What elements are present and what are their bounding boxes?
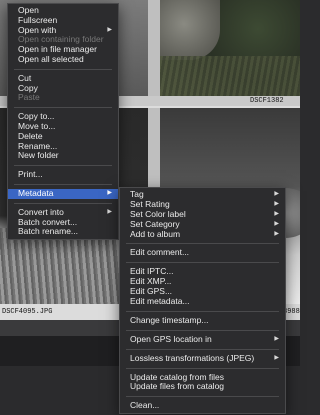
- menu-separator: [126, 262, 279, 264]
- chevron-right-icon: ▶: [107, 26, 112, 33]
- chevron-right-icon: ▶: [274, 354, 279, 361]
- menu-item-label: Open in file manager: [18, 44, 97, 55]
- chevron-right-icon: ▶: [274, 200, 279, 207]
- menu-item-label: Rename...: [18, 140, 58, 151]
- menu-item-label: Open all selected: [18, 53, 84, 64]
- submenu-item-clean[interactable]: Clean...: [120, 400, 285, 411]
- menu-item-print[interactable]: Print...: [8, 169, 118, 180]
- chevron-right-icon: ▶: [274, 230, 279, 237]
- menu-item-label: Tag: [130, 189, 144, 199]
- menu-item-label: Batch rename...: [18, 226, 79, 237]
- menu-separator: [14, 165, 112, 167]
- menu-item-label: Copy to...: [18, 111, 55, 122]
- thumbnail-caption: DSCF4095.JPG: [2, 308, 53, 316]
- menu-item-label: Edit comment...: [130, 247, 190, 258]
- menu-separator: [126, 329, 279, 331]
- menu-separator: [14, 183, 112, 185]
- menu-item-label: Paste: [18, 92, 40, 103]
- menu-item-label: New folder: [18, 150, 59, 161]
- chevron-right-icon: ▶: [274, 210, 279, 217]
- menu-item-label: Open: [18, 5, 39, 15]
- menu-separator: [14, 68, 112, 70]
- thumbnail-caption: DSCF1382: [250, 97, 284, 105]
- menu-item-open-all-selected[interactable]: Open all selected: [8, 53, 118, 65]
- menu-item-label: Edit XMP...: [130, 276, 172, 287]
- menu-item-label: Add to album: [130, 228, 181, 239]
- chevron-right-icon: ▶: [274, 220, 279, 227]
- thumbnail-image-content: [160, 56, 300, 96]
- menu-item-label: Open with: [18, 24, 57, 35]
- menu-item-paste: Paste: [8, 92, 118, 103]
- menu-item-label: Set Color label: [130, 208, 186, 219]
- menu-item-label: Move to...: [18, 120, 56, 131]
- chevron-right-icon: ▶: [274, 191, 279, 197]
- submenu-item-lossless-transformations[interactable]: Lossless transformations (JPEG) ▶: [120, 352, 285, 364]
- submenu-item-open-gps-location[interactable]: Open GPS location in ▶: [120, 333, 285, 345]
- menu-item-label: Edit IPTC...: [130, 266, 174, 277]
- submenu-item-edit-metadata[interactable]: Edit metadata...: [120, 296, 285, 307]
- chevron-right-icon: ▶: [107, 208, 112, 215]
- menu-item-batch-rename[interactable]: Batch rename...: [8, 226, 118, 237]
- menu-item-label: Update files from catalog: [130, 381, 225, 392]
- menu-separator: [126, 310, 279, 312]
- menu-item-label: Copy: [18, 82, 38, 93]
- menu-item-label: Clean...: [130, 400, 160, 411]
- menu-item-label: Open containing folder: [18, 34, 104, 45]
- submenu-item-add-to-album[interactable]: Add to album ▶: [120, 228, 285, 240]
- context-menu: Open Fullscreen Open with ▶ Open containi…: [7, 3, 119, 241]
- menu-separator: [126, 367, 279, 369]
- chevron-right-icon: ▶: [274, 335, 279, 342]
- menu-separator: [126, 396, 279, 398]
- menu-item-label: Lossless transformations (JPEG): [130, 352, 255, 363]
- submenu-item-change-timestamp[interactable]: Change timestamp...: [120, 314, 285, 326]
- menu-separator: [126, 348, 279, 350]
- metadata-submenu: Tag ▶ Set Rating ▶ Set Color label ▶ Set Ca…: [119, 187, 286, 415]
- menu-item-label: Update catalog from files: [130, 371, 225, 382]
- menu-item-label: Delete: [18, 130, 43, 141]
- thumbnail-gap: [148, 0, 160, 106]
- thumbnail-top-right[interactable]: [160, 0, 300, 96]
- menu-item-label: Print...: [18, 169, 43, 180]
- menu-item-label: Batch convert...: [18, 216, 78, 227]
- menu-item-label: Cut: [18, 72, 32, 83]
- chevron-right-icon: ▶: [107, 189, 112, 196]
- menu-item-label: Metadata: [18, 187, 54, 198]
- menu-item-new-folder[interactable]: New folder: [8, 150, 118, 161]
- menu-item-label: Edit GPS...: [130, 286, 173, 297]
- menu-separator: [14, 202, 112, 204]
- thumbnail-image-content: [160, 0, 220, 60]
- submenu-item-update-files-from-catalog[interactable]: Update files from catalog: [120, 382, 285, 392]
- menu-separator: [14, 107, 112, 109]
- menu-separator: [126, 243, 279, 245]
- menu-item-label: Change timestamp...: [130, 314, 209, 325]
- menu-item-metadata[interactable]: Metadata ▶: [8, 187, 118, 199]
- menu-item-label: Convert into: [18, 206, 64, 217]
- menu-item-label: Edit metadata...: [130, 296, 190, 307]
- menu-item-label: Fullscreen: [18, 14, 58, 25]
- menu-item-label: Set Rating: [130, 198, 170, 209]
- submenu-item-edit-comment[interactable]: Edit comment...: [120, 248, 285, 258]
- menu-item-label: Open GPS location in: [130, 333, 212, 344]
- menu-item-label: Set Category: [130, 218, 180, 229]
